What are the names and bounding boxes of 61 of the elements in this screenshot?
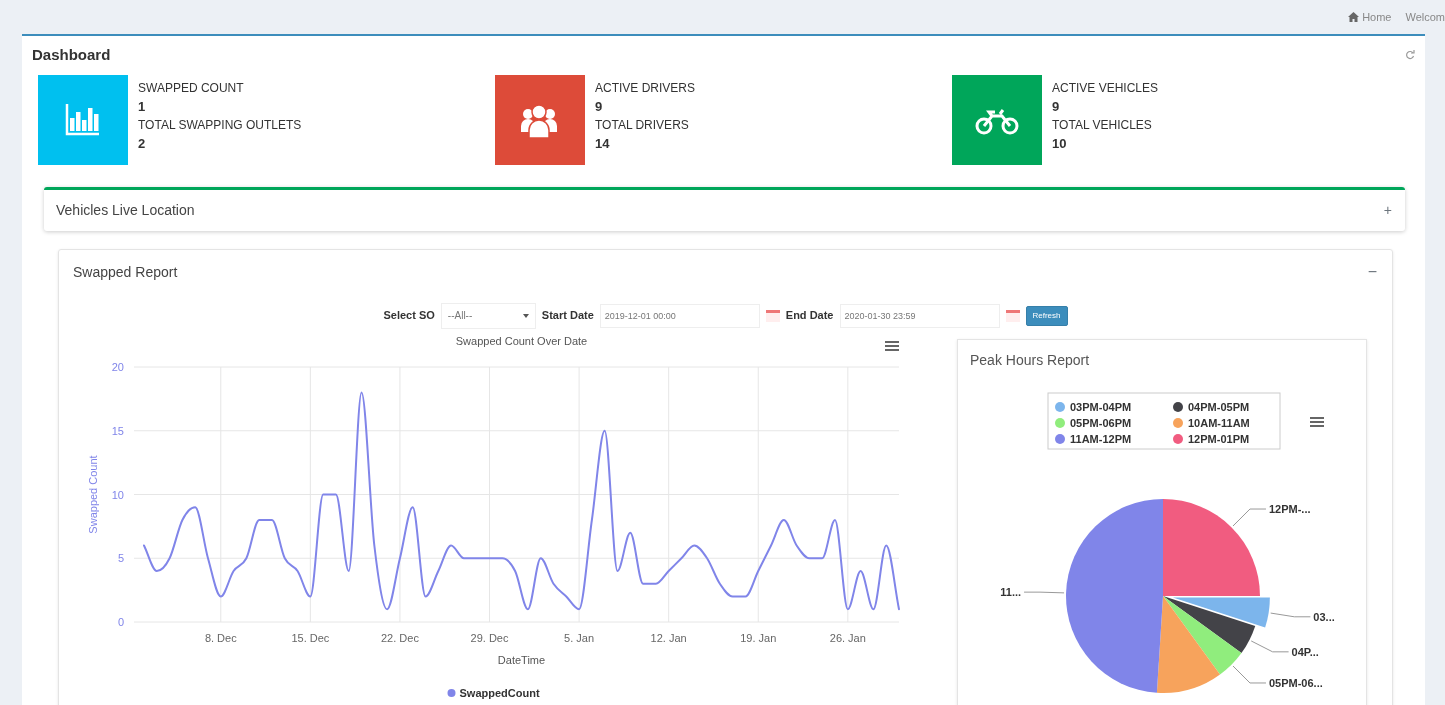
legend-item[interactable]: 04PM-05PM bbox=[1173, 400, 1250, 413]
data-label: 05PM-06... bbox=[1268, 676, 1323, 689]
field-label: Select SO bbox=[383, 308, 435, 324]
axis-label: 10 bbox=[111, 488, 124, 500]
stat-label: TOTAL SWAPPING OUTLETS bbox=[138, 117, 302, 134]
panel-title: Swapped Report bbox=[73, 262, 178, 282]
axis-label: 19. Jan bbox=[740, 631, 777, 644]
axis-label: 26. Jan bbox=[829, 631, 866, 644]
chart-title: Swapped Count Over Date bbox=[455, 334, 588, 347]
axis-label: 15. Dec bbox=[291, 631, 330, 644]
legend-label: 12PM-01PM bbox=[1188, 432, 1250, 445]
stat-label: TOTAL VEHICLES bbox=[1052, 117, 1153, 134]
field-label: Start Date bbox=[541, 308, 594, 324]
axis-label: 0 bbox=[117, 615, 124, 628]
dashboard-title: Dashboard bbox=[32, 45, 111, 65]
axis-label: 5. Jan bbox=[564, 631, 595, 644]
legend-label: 10AM-11AM bbox=[1188, 416, 1250, 429]
refresh-button[interactable]: Refresh bbox=[1025, 305, 1068, 326]
legend-item[interactable]: SwappedCount bbox=[447, 686, 540, 699]
stat-label: ACTIVE DRIVERS bbox=[595, 79, 696, 97]
stat-value: 10 bbox=[1052, 135, 1068, 153]
legend-label: 04PM-05PM bbox=[1188, 400, 1250, 413]
axis-label: 22. Dec bbox=[380, 631, 419, 644]
axis-title: DateTime bbox=[497, 653, 546, 666]
legend-label: 05PM-06PM bbox=[1070, 416, 1132, 429]
legend-item[interactable]: 10AM-11AM bbox=[1173, 416, 1250, 429]
start-date-field[interactable]: 2019-12-01 00:00 bbox=[599, 303, 760, 328]
end-date-field[interactable]: 2020-01-30 23:59 bbox=[839, 303, 1000, 328]
legend-item[interactable]: 03PM-04PM bbox=[1055, 400, 1132, 413]
axis-label: 5 bbox=[117, 551, 124, 564]
data-label: 04P... bbox=[1291, 645, 1319, 658]
axis-title: Swapped Count bbox=[87, 454, 99, 534]
axis-label: 12. Jan bbox=[650, 631, 687, 644]
axis-label: 20 bbox=[111, 360, 124, 373]
stat-label: ACTIVE VEHICLES bbox=[1052, 79, 1159, 97]
card-title: Peak Hours Report bbox=[969, 350, 1091, 370]
stat-value: 9 bbox=[595, 97, 604, 116]
panel-title: Vehicles Live Location bbox=[56, 200, 195, 220]
collapse-button[interactable]: − bbox=[1366, 261, 1378, 283]
axis-label: 15 bbox=[111, 424, 124, 437]
legend-item[interactable]: 05PM-06PM bbox=[1055, 416, 1132, 429]
so-select[interactable]: --All-- bbox=[440, 302, 536, 329]
stat-value: 9 bbox=[1052, 97, 1061, 116]
field-label: End Date bbox=[785, 308, 834, 324]
expand-button[interactable]: + bbox=[1382, 199, 1393, 221]
stat-label: TOTAL DRIVERS bbox=[595, 117, 690, 134]
stat-value: 14 bbox=[595, 135, 611, 153]
welcome-link[interactable]: Welcom bbox=[1405, 8, 1445, 26]
axis-label: 29. Dec bbox=[470, 631, 509, 644]
data-label: 03... bbox=[1313, 610, 1335, 623]
stat-label: SWAPPED COUNT bbox=[138, 79, 245, 97]
data-label: 11... bbox=[1000, 585, 1022, 598]
legend-label: 03PM-04PM bbox=[1070, 400, 1132, 413]
data-label: 12PM-... bbox=[1268, 502, 1311, 515]
legend-item[interactable]: 11AM-12PM bbox=[1055, 432, 1132, 445]
legend-item[interactable]: 12PM-01PM bbox=[1173, 432, 1250, 445]
stat-value: 2 bbox=[138, 135, 147, 153]
home-link[interactable]: Home bbox=[1348, 8, 1392, 26]
stat-value: 1 bbox=[138, 97, 147, 116]
legend-label: 11AM-12PM bbox=[1070, 432, 1132, 445]
axis-label: 8. Dec bbox=[204, 631, 237, 644]
